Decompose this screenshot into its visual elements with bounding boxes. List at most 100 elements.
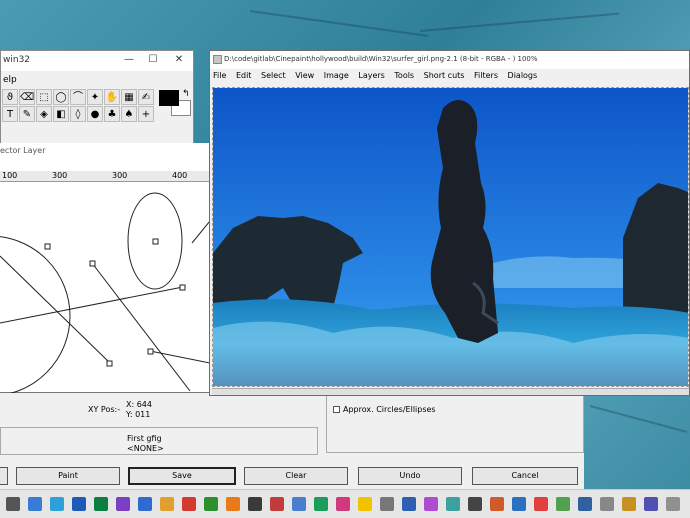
app-icon[interactable]: [446, 497, 460, 511]
foreground-color-swatch[interactable]: [159, 90, 179, 106]
first-gfig-label: First gfig: [127, 434, 162, 443]
vector-window-title: ector Layer: [0, 146, 46, 155]
image-title-bar: D:\code\gitlab\Cinepaint\hollywood\build…: [210, 51, 689, 69]
menu-view[interactable]: View: [295, 71, 314, 80]
clone-icon[interactable]: ♠: [121, 106, 137, 122]
app-icon[interactable]: [248, 497, 262, 511]
fill-icon[interactable]: ◈: [36, 106, 52, 122]
app-icon[interactable]: [512, 497, 526, 511]
extra-icon[interactable]: +: [138, 106, 154, 122]
app-icon: [213, 55, 222, 64]
freehand-icon[interactable]: ⌒: [70, 89, 86, 105]
paint-button[interactable]: Paint: [16, 467, 120, 485]
app-icon[interactable]: [50, 497, 64, 511]
swap-colors-icon[interactable]: ↰: [182, 89, 190, 99]
undo-button[interactable]: Undo: [358, 467, 462, 485]
eraser-icon[interactable]: ⌫: [19, 89, 35, 105]
gradient-icon[interactable]: ▦: [121, 89, 137, 105]
smudge-icon[interactable]: ✍: [138, 89, 154, 105]
gfig-none-value: <NONE>: [127, 444, 164, 453]
menu-filters[interactable]: Filters: [474, 71, 498, 80]
app-icon[interactable]: [380, 497, 394, 511]
app-icon[interactable]: [116, 497, 130, 511]
app-icon[interactable]: [468, 497, 482, 511]
menu-shortcuts[interactable]: Short cuts: [424, 71, 465, 80]
app-icon[interactable]: [226, 497, 240, 511]
app-icon[interactable]: [578, 497, 592, 511]
menu-tools[interactable]: Tools: [394, 71, 414, 80]
app-icon[interactable]: [28, 497, 42, 511]
approx-circles-checkbox[interactable]: [333, 406, 340, 413]
app-icon[interactable]: [336, 497, 350, 511]
clear-button[interactable]: Clear: [244, 467, 348, 485]
menu-image[interactable]: Image: [324, 71, 349, 80]
vector-line: [191, 220, 210, 244]
image-canvas[interactable]: [212, 87, 689, 387]
app-icon[interactable]: [160, 497, 174, 511]
app-icon[interactable]: [314, 497, 328, 511]
hand-icon[interactable]: ✋: [104, 89, 120, 105]
close-button[interactable]: ✕: [173, 54, 185, 66]
brush-icon[interactable]: ●: [87, 106, 103, 122]
app-icon[interactable]: [556, 497, 570, 511]
app-icon[interactable]: [94, 497, 108, 511]
surfer-photo: [213, 88, 688, 386]
menu-dialogs[interactable]: Dialogs: [508, 71, 538, 80]
options-group-box: [326, 393, 584, 453]
stamp-icon[interactable]: ♣: [104, 106, 120, 122]
approx-circles-label: Approx. Circles/Ellipses: [343, 405, 436, 414]
app-icon[interactable]: [424, 497, 438, 511]
app-icon[interactable]: [644, 497, 658, 511]
app-icon[interactable]: [182, 497, 196, 511]
vector-line: [149, 350, 210, 364]
app-icon[interactable]: [600, 497, 614, 511]
horizontal-scrollbar[interactable]: [212, 388, 689, 395]
ellipse-select-icon[interactable]: ◯: [53, 89, 69, 105]
app-icon[interactable]: [6, 497, 20, 511]
wall-crack: [589, 405, 687, 433]
rect-fill-icon[interactable]: ◧: [53, 106, 69, 122]
x-pos-value: X: 644: [126, 400, 152, 409]
ruler-label: 300: [112, 171, 128, 180]
app-icon[interactable]: [72, 497, 86, 511]
control-point[interactable]: [152, 238, 159, 245]
control-point[interactable]: [44, 243, 51, 250]
tools-title-bar: win32 — ☐ ✕: [1, 51, 193, 71]
app-icon[interactable]: [490, 497, 504, 511]
help-menu[interactable]: elp: [3, 75, 17, 85]
app-icon[interactable]: [292, 497, 306, 511]
app-icon[interactable]: [534, 497, 548, 511]
pencil-icon[interactable]: ✎: [19, 106, 35, 122]
vector-layer-window: ector Layer 100 300 300 400: [0, 143, 210, 393]
app-icon[interactable]: [270, 497, 284, 511]
menu-file[interactable]: File: [213, 71, 226, 80]
menu-select[interactable]: Select: [261, 71, 286, 80]
magic-wand-icon[interactable]: ✦: [87, 89, 103, 105]
app-icon[interactable]: [622, 497, 636, 511]
vector-canvas[interactable]: [0, 181, 210, 393]
image-window: D:\code\gitlab\Cinepaint\hollywood\build…: [209, 50, 690, 396]
app-icon[interactable]: [666, 497, 680, 511]
save-button[interactable]: Save: [128, 467, 236, 485]
rect-select-icon[interactable]: ⬚: [36, 89, 52, 105]
wall-crack: [249, 10, 429, 38]
lasso-icon[interactable]: ϑ: [2, 89, 18, 105]
xy-pos-label: XY Pos:-: [88, 405, 121, 414]
app-icon[interactable]: [138, 497, 152, 511]
maximize-button[interactable]: ☐: [147, 54, 159, 66]
minimize-button[interactable]: —: [123, 54, 135, 66]
menu-edit[interactable]: Edit: [236, 71, 252, 80]
text-icon[interactable]: T: [2, 106, 18, 122]
menu-layers[interactable]: Layers: [358, 71, 384, 80]
app-icon[interactable]: [204, 497, 218, 511]
hidden-button[interactable]: [0, 467, 8, 485]
control-point[interactable]: [147, 348, 154, 355]
cancel-button[interactable]: Cancel: [472, 467, 578, 485]
control-point[interactable]: [179, 284, 186, 291]
control-point[interactable]: [89, 260, 96, 267]
control-point[interactable]: [106, 360, 113, 367]
app-icon[interactable]: [358, 497, 372, 511]
tools-window-title: win32: [3, 55, 31, 65]
app-icon[interactable]: [402, 497, 416, 511]
drop-icon[interactable]: ◊: [70, 106, 86, 122]
